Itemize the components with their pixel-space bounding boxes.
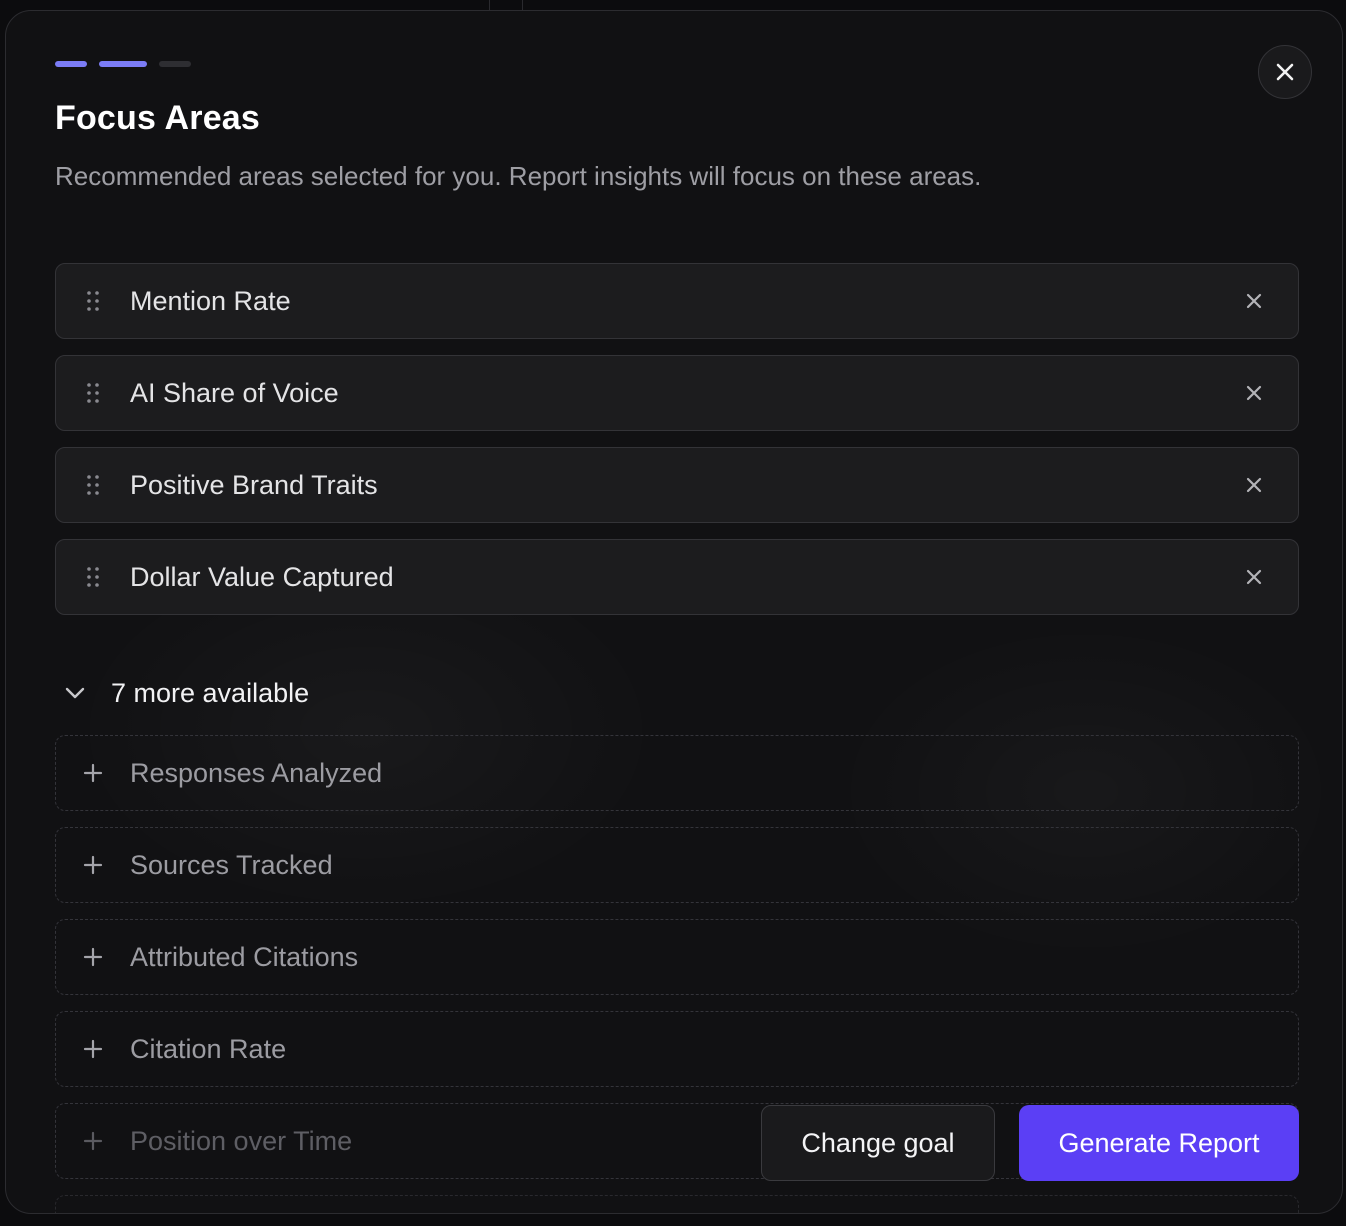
remove-icon: [1246, 385, 1262, 401]
close-button[interactable]: [1258, 45, 1312, 99]
remove-focus-area-button[interactable]: [1230, 553, 1278, 601]
progress-step-3: [159, 61, 191, 67]
focus-area-label: Dollar Value Captured: [130, 561, 394, 592]
available-area-label: Attributed Citations: [130, 941, 359, 972]
change-goal-button[interactable]: Change goal: [761, 1105, 995, 1181]
plus-icon: [83, 1039, 103, 1059]
drag-handle-icon: [87, 383, 99, 403]
modal-title: Focus Areas: [55, 99, 261, 137]
remove-icon: [1246, 569, 1262, 585]
drag-handle-icon: [87, 567, 99, 587]
add-focus-area-item[interactable]: Attributed Citations: [55, 919, 1299, 995]
remove-icon: [1246, 477, 1262, 493]
drag-handle[interactable]: [56, 448, 130, 522]
drag-handle-icon: [87, 475, 99, 495]
generate-report-button[interactable]: Generate Report: [1019, 1105, 1299, 1181]
focus-area-label: Mention Rate: [130, 285, 291, 316]
drag-handle-icon: [87, 291, 99, 311]
wizard-progress: [55, 61, 191, 67]
add-focus-area-item[interactable]: Responses Analyzed: [55, 735, 1299, 811]
plus-icon: [83, 947, 103, 967]
progress-step-1: [55, 61, 87, 67]
focus-areas-modal: Focus Areas Recommended areas selected f…: [5, 10, 1343, 1214]
remove-icon: [1246, 293, 1262, 309]
drag-handle[interactable]: [56, 540, 130, 614]
focus-area-label: AI Share of Voice: [130, 377, 339, 408]
available-area-label: Sources Tracked: [130, 849, 333, 880]
remove-focus-area-button[interactable]: [1230, 461, 1278, 509]
selected-focus-areas: Mention Rate AI Share of Voice Positive …: [55, 263, 1299, 631]
focus-area-item[interactable]: AI Share of Voice: [55, 355, 1299, 431]
drag-handle[interactable]: [56, 356, 130, 430]
progress-step-2: [99, 61, 147, 67]
more-available-label: 7 more available: [111, 677, 310, 708]
chevron-down-icon: [65, 687, 85, 699]
plus-icon: [83, 1131, 103, 1151]
remove-focus-area-button[interactable]: [1230, 369, 1278, 417]
add-focus-area-item[interactable]: Sources Tracked: [55, 827, 1299, 903]
add-focus-area-item[interactable]: Citation Rate: [55, 1011, 1299, 1087]
focus-area-item[interactable]: Positive Brand Traits: [55, 447, 1299, 523]
drag-handle[interactable]: [56, 264, 130, 338]
modal-subtitle: Recommended areas selected for you. Repo…: [55, 161, 982, 191]
remove-focus-area-button[interactable]: [1230, 277, 1278, 325]
focus-area-item[interactable]: Mention Rate: [55, 263, 1299, 339]
plus-icon: [83, 763, 103, 783]
close-icon: [1276, 63, 1294, 81]
plus-icon: [83, 855, 103, 875]
more-available-toggle[interactable]: 7 more available: [55, 663, 309, 723]
add-focus-area-item-partial[interactable]: [55, 1195, 1299, 1213]
available-area-label: Responses Analyzed: [130, 757, 383, 788]
focus-area-label: Positive Brand Traits: [130, 469, 378, 500]
focus-area-item[interactable]: Dollar Value Captured: [55, 539, 1299, 615]
available-area-label: Citation Rate: [130, 1033, 287, 1064]
